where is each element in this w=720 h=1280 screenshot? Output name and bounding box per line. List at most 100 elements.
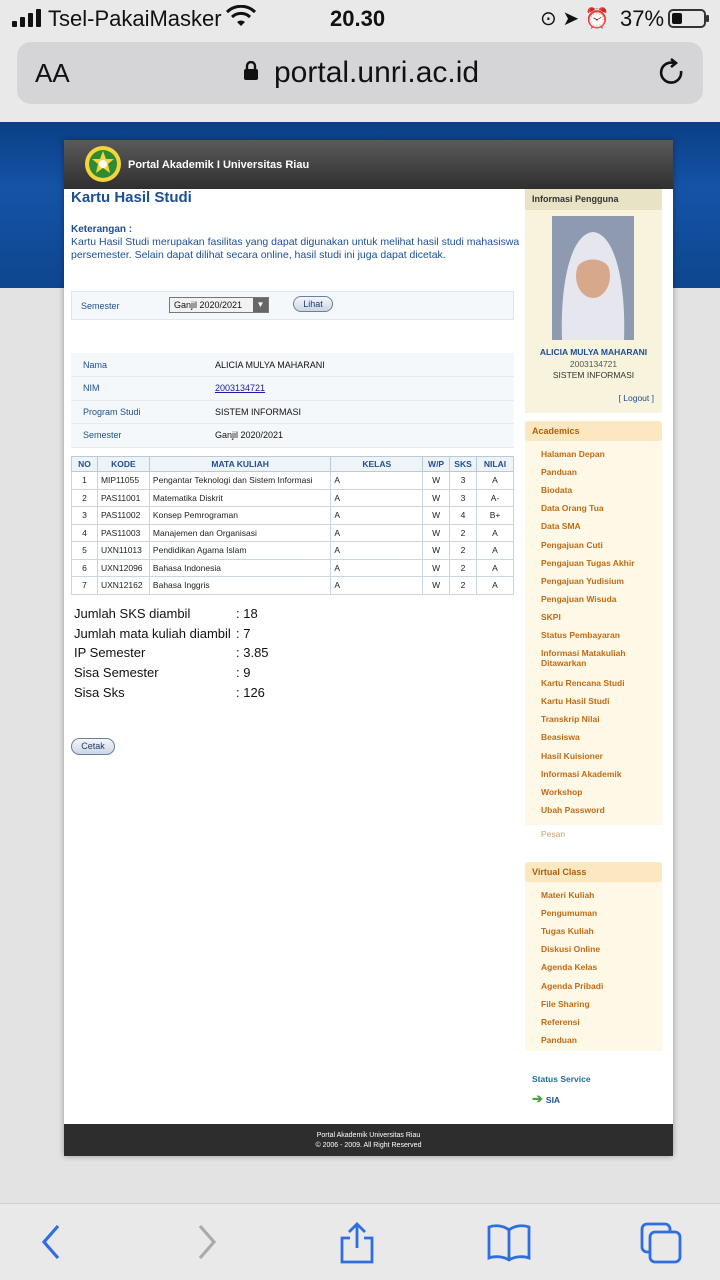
vc-item-pengumuman[interactable]: Pengumuman (541, 908, 659, 918)
course-grade: B+ (476, 506, 514, 525)
column-header: MATA KULIAH (148, 456, 332, 472)
forward-icon[interactable] (194, 1222, 220, 1262)
bookmarks-icon[interactable] (486, 1222, 532, 1262)
sidebar-item-workshop[interactable]: Workshop (541, 787, 659, 797)
footer-copyright: © 2006 - 2009. All Right Reserved (315, 1142, 422, 1149)
info-row-prodi: Program Studi SISTEM INFORMASI (71, 400, 514, 424)
summary-row: Sisa Sks: 126 (74, 685, 334, 705)
course-name: Pengantar Teknologi dan Sistem Informasi (148, 471, 332, 490)
course-wp: W (422, 558, 451, 577)
course-wp: W (422, 576, 451, 595)
course-code: PAS11002 (96, 506, 150, 525)
summary-row: IP Semester : 3.85 (74, 645, 334, 665)
sidebar-item-beasiswa[interactable]: Beasiswa (541, 732, 659, 742)
sidebar-item-status-pembayaran[interactable]: Status Pembayaran (541, 630, 659, 640)
vc-item-diskusi-online[interactable]: Diskusi Online (541, 944, 659, 954)
course-wp: W (422, 471, 451, 490)
vc-item-panduan[interactable]: Panduan (541, 1035, 659, 1045)
sidebar-item-skpi[interactable]: SKPI (541, 612, 659, 622)
sidebar-item-data-orang-tua[interactable]: Data Orang Tua (541, 503, 659, 513)
course-class: A (330, 506, 424, 525)
sidebar-item-pengajuan-wisuda[interactable]: Pengajuan Wisuda (541, 594, 659, 604)
sidebar-item-ubah-password[interactable]: Ubah Password (541, 805, 659, 815)
semester-select[interactable]: Ganjil 2020/2021 ▼ (169, 297, 269, 313)
course-class: A (330, 471, 424, 490)
vc-item-tugas-kuliah[interactable]: Tugas Kuliah (541, 926, 659, 936)
vc-item-materi-kuliah[interactable]: Materi Kuliah (541, 890, 659, 900)
user-info-heading: Informasi Pengguna (525, 189, 662, 210)
course-code: MIP11055 (96, 471, 150, 490)
sidebar-item-informasi-akademik[interactable]: Informasi Akademik (541, 769, 659, 779)
sidebar-item-data-sma[interactable]: Data SMA (541, 521, 659, 531)
url-text[interactable]: portal.unri.ac.id (274, 56, 479, 90)
virtual-class-menu-heading: Virtual Class (525, 862, 662, 882)
portal-title: Portal Akademik I Universitas Riau (128, 159, 310, 171)
dropdown-arrow-icon: ▼ (253, 298, 268, 312)
logout-link[interactable]: [ Logout ] (619, 393, 654, 403)
cetak-button[interactable]: Cetak (71, 738, 115, 755)
address-bar[interactable]: AA portal.unri.ac.id (17, 42, 703, 104)
pesan-link[interactable]: Pesan (541, 829, 659, 839)
semester-form: Semester Ganjil 2020/2021 ▼ Lihat (71, 291, 514, 320)
sidebar-item-kartu-hasil-studi[interactable]: Kartu Hasil Studi (541, 696, 659, 706)
sidebar-item-transkrip-nilai[interactable]: Transkrip Nilai (541, 714, 659, 724)
course-name: Matematika Diskrit (148, 488, 332, 507)
course-no: 5 (71, 541, 98, 560)
course-grade: A (476, 576, 514, 595)
sidebar-item-informasi-matakuliah-ditawarkan[interactable]: Informasi Matakuliah Ditawarkan (541, 648, 659, 668)
summary-label: Jumlah SKS diambil (74, 606, 191, 621)
sidebar-item-halaman-depan[interactable]: Halaman Depan (541, 449, 659, 459)
table-row: 6 UXN12096 Bahasa Indonesia A W 2 A (71, 558, 514, 577)
course-wp: W (422, 506, 451, 525)
course-sks: 3 (449, 488, 478, 507)
vc-item-agenda-kelas[interactable]: Agenda Kelas (541, 962, 659, 972)
course-grade: A- (476, 488, 514, 507)
summary-value: : 18 (236, 606, 258, 621)
portal-header: Portal Akademik I Universitas Riau (64, 140, 673, 189)
tabs-icon[interactable] (640, 1222, 682, 1264)
footer-title: Portal Akademik Universitas Riau (316, 1132, 421, 1139)
summary-label: Sisa Semester (74, 665, 159, 681)
vc-item-file-sharing[interactable]: File Sharing (541, 999, 659, 1009)
vc-item-referensi[interactable]: Referensi (541, 1017, 659, 1027)
reload-icon[interactable] (657, 57, 687, 89)
summary-label: Jumlah mata kuliah diambil (74, 625, 231, 641)
course-grade: A (476, 523, 514, 542)
share-icon[interactable] (338, 1222, 376, 1264)
lock-icon (244, 61, 258, 80)
course-code: UXN12162 (96, 576, 150, 595)
sidebar-item-pengajuan-cuti[interactable]: Pengajuan Cuti (541, 540, 659, 550)
sidebar-item-kartu-rencana-studi[interactable]: Kartu Rencana Studi (541, 678, 659, 688)
sidebar-item-panduan[interactable]: Panduan (541, 467, 659, 477)
nim-link[interactable]: 2003134721 (215, 383, 265, 393)
summary-value: : 3.85 (236, 645, 269, 661)
avatar (552, 216, 634, 340)
browser-toolbar (0, 1203, 720, 1280)
table-row: 3 PAS11002 Konsep Pemrograman A W 4 B+ (71, 506, 514, 525)
clock: 20.30 (330, 6, 386, 31)
sidebar-item-hasil-kuisioner[interactable]: Hasil Kuisioner (541, 751, 659, 761)
status-icons: ⊙ ➤ ⏰ (540, 6, 610, 31)
student-photo (552, 216, 634, 340)
course-class: A (330, 523, 424, 542)
sidebar-item-biodata[interactable]: Biodata (541, 485, 659, 495)
status-bar: Tsel-PakaiMasker 20.30 ⊙ ➤ ⏰ 37% (0, 0, 720, 40)
battery-icon (668, 9, 709, 28)
lihat-button[interactable]: Lihat (293, 296, 333, 312)
vc-item-agenda-pribadi[interactable]: Agenda Pribadi (541, 981, 659, 991)
program-studi: SISTEM INFORMASI (215, 400, 514, 424)
summary-label: IP Semester (74, 645, 146, 661)
text-size-button[interactable]: AA (35, 58, 70, 89)
course-name: Bahasa Inggris (148, 576, 332, 595)
student-info-table: Nama ALICIA MULYA MAHARANI NIM 200313472… (71, 353, 514, 448)
course-code: UXN12096 (96, 558, 150, 577)
column-header: NILAI (476, 456, 514, 472)
sidebar-item-pengajuan-yudisium[interactable]: Pengajuan Yudisium (541, 576, 659, 586)
user-info-panel: Informasi Pengguna ALICIA MULYA MAHARANI… (525, 189, 662, 413)
back-icon[interactable] (38, 1222, 64, 1262)
sidebar-item-pengajuan-tugas-akhir[interactable]: Pengajuan Tugas Akhir (541, 558, 659, 568)
course-no: 1 (71, 471, 98, 490)
info-row-nim: NIM 2003134721 (71, 376, 514, 401)
sia-link[interactable]: ➔ SIA (532, 1091, 560, 1107)
browser-address-area: AA portal.unri.ac.id (0, 40, 720, 122)
